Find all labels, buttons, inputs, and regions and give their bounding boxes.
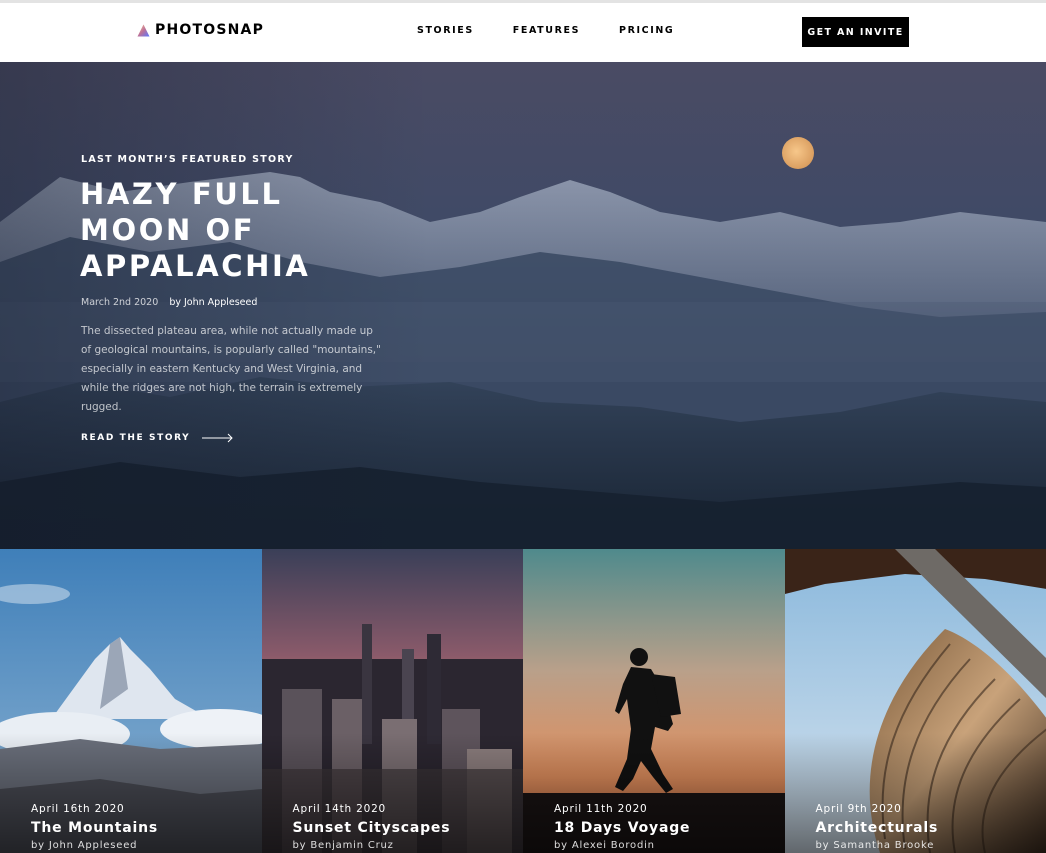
read-story-label: READ THE STORY [81, 433, 191, 443]
card-author: by Alexei Borodin [554, 840, 655, 851]
story-card-mountains[interactable]: April 16th 2020 The Mountains by John Ap… [0, 549, 262, 853]
nav-stories[interactable]: STORIES [417, 25, 474, 36]
arrow-right-icon [202, 433, 233, 443]
story-card-architecturals[interactable]: April 9th 2020 Architecturals by Samanth… [784, 549, 1046, 853]
card-date: April 11th 2020 [554, 803, 648, 815]
hero-title: HAZY FULL MOON OF APPALACHIA [80, 177, 311, 283]
logo-triangle-icon [137, 24, 150, 36]
hero-date: March 2nd 2020 [81, 297, 159, 308]
card-author: by John Appleseed [31, 840, 138, 851]
hero-description: The dissected plateau area, while not ac… [81, 325, 381, 413]
hero-meta: March 2nd 2020 by John Appleseed [81, 297, 257, 308]
story-card-cityscapes[interactable]: April 14th 2020 Sunset Cityscapes by Ben… [261, 549, 523, 853]
site-header: PHOTOSNAP STORIES FEATURES PRICING GET A… [0, 3, 1046, 62]
card-title: Architecturals [815, 820, 939, 836]
card-title: 18 Days Voyage [554, 820, 691, 836]
card-title: Sunset Cityscapes [292, 820, 451, 836]
story-card-voyage[interactable]: April 11th 2020 18 Days Voyage by Alexei… [523, 549, 785, 853]
card-author: by Benjamin Cruz [292, 840, 394, 851]
card-title: The Mountains [31, 820, 159, 836]
hero-eyebrow: LAST MONTH’S FEATURED STORY [81, 154, 294, 165]
nav-pricing[interactable]: PRICING [619, 25, 674, 36]
card-date: April 16th 2020 [31, 803, 125, 815]
card-date: April 9th 2020 [815, 803, 902, 815]
hero-author: by John Appleseed [169, 297, 258, 308]
hero-section: LAST MONTH’S FEATURED STORY HAZY FULL MO… [0, 62, 1046, 549]
logo-text: PHOTOSNAP [155, 22, 265, 38]
card-author: by Samantha Brooke [815, 840, 935, 851]
card-date: April 14th 2020 [292, 803, 387, 815]
story-cards: April 16th 2020 The Mountains by John Ap… [0, 549, 1046, 853]
main-nav: STORIES FEATURES PRICING [417, 25, 713, 36]
read-story-link[interactable]: READ THE STORY [81, 433, 234, 443]
get-invite-button[interactable]: GET AN INVITE [802, 17, 909, 47]
logo[interactable]: PHOTOSNAP [137, 22, 264, 38]
nav-features[interactable]: FEATURES [513, 25, 580, 36]
